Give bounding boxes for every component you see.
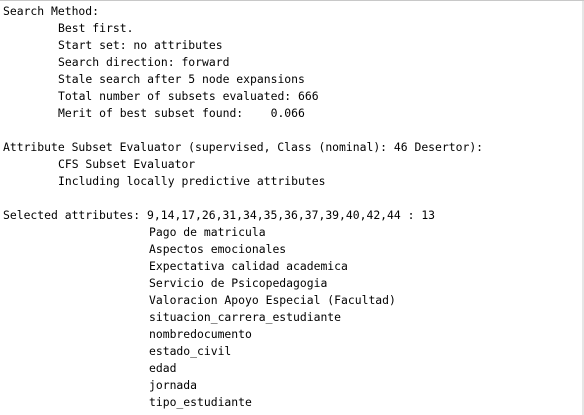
selected-attribute-item: Pago de matricula xyxy=(149,225,266,239)
selected-attribute-item: tipo_estudiante xyxy=(149,395,252,409)
selected-attribute-item: Valoracion Apoyo Especial (Facultad) xyxy=(149,293,396,307)
evaluator-heading: Attribute Subset Evaluator (supervised, … xyxy=(3,140,484,154)
evaluator-line: Including locally predictive attributes xyxy=(58,174,326,188)
search-method-heading: Search Method: xyxy=(3,4,100,18)
selected-attribute-item: Aspectos emocionales xyxy=(149,242,287,256)
evaluator-line: CFS Subset Evaluator xyxy=(58,157,196,171)
selected-attribute-item: estado_civil xyxy=(149,344,232,358)
search-method-line: Start set: no attributes xyxy=(58,38,223,52)
search-method-line: Best first. xyxy=(58,21,134,35)
selected-attribute-item: jornada xyxy=(149,378,198,392)
selected-attribute-item: situacion_carrera_estudiante xyxy=(149,310,342,324)
search-method-line: Search direction: forward xyxy=(58,55,230,69)
selected-attribute-item: edad xyxy=(149,361,177,375)
search-method-line: Stale search after 5 node expansions xyxy=(58,72,305,86)
selected-attribute-item: Expectativa calidad academica xyxy=(149,259,348,273)
selected-attribute-item: nombredocumento xyxy=(149,327,252,341)
selected-attribute-item: Servicio de Psicopedagogia xyxy=(149,276,328,290)
classifier-output-text-area[interactable]: Search Method: Best first. Start set: no… xyxy=(0,0,584,415)
selected-attributes-heading: Selected attributes: 9,14,17,26,31,34,35… xyxy=(3,208,436,222)
search-method-line: Total number of subsets evaluated: 666 xyxy=(58,89,319,103)
search-method-line: Merit of best subset found: 0.066 xyxy=(58,106,305,120)
